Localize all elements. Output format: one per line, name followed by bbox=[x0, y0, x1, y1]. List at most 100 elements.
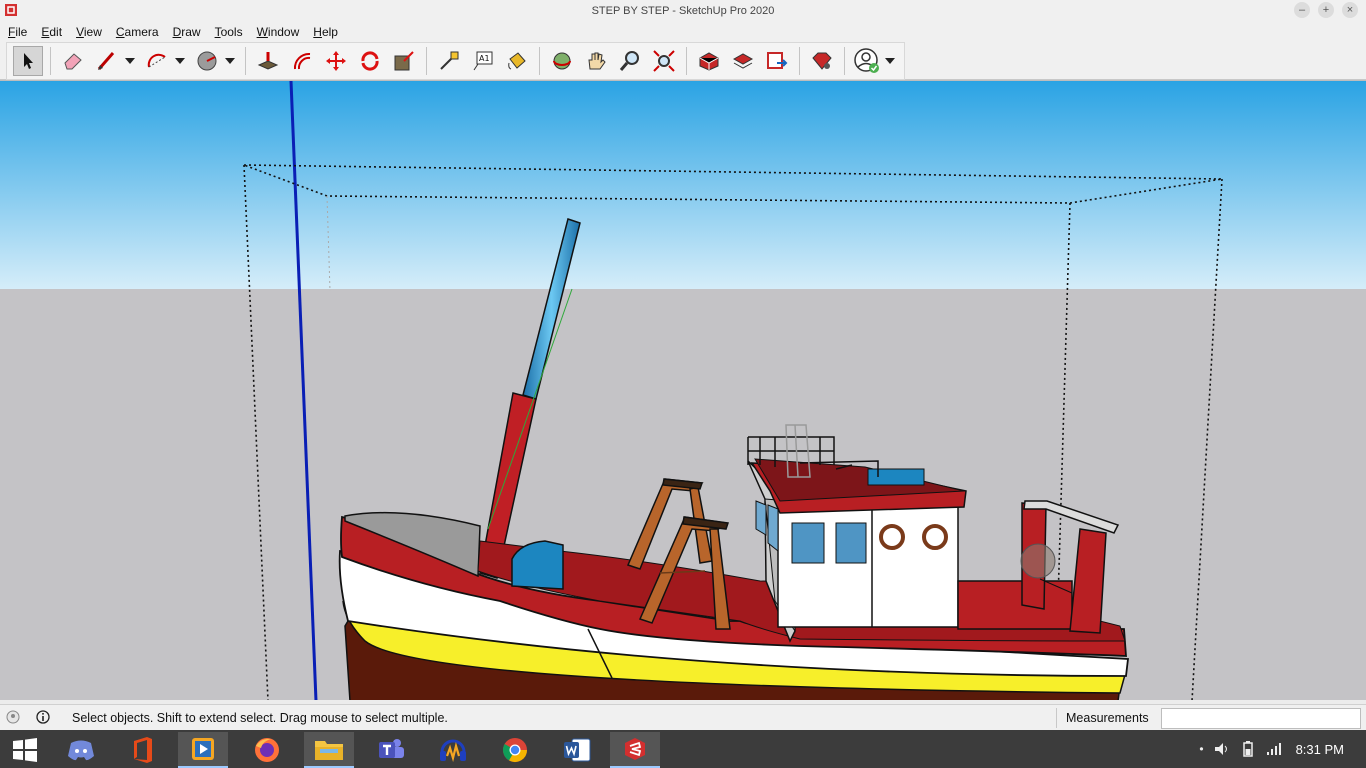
taskbar: • 8:31 PM bbox=[0, 730, 1366, 768]
scale-tool-button[interactable] bbox=[389, 46, 419, 76]
arc-dropdown-button[interactable] bbox=[174, 46, 186, 76]
pan-tool-button[interactable] bbox=[581, 46, 611, 76]
line-tool-icon bbox=[97, 52, 115, 70]
line-tool-button[interactable] bbox=[92, 46, 122, 76]
sketchup-app-icon bbox=[5, 4, 17, 16]
taskbar-firefox[interactable] bbox=[242, 732, 292, 768]
measurements-input[interactable] bbox=[1161, 708, 1361, 729]
menu-tools[interactable]: Tools bbox=[211, 25, 247, 39]
extension-manager-icon bbox=[812, 52, 832, 70]
account-dropdown-button[interactable] bbox=[884, 46, 896, 76]
zoom-tool-button[interactable] bbox=[615, 46, 645, 76]
toolbar-separator bbox=[50, 47, 51, 75]
caret-down-icon bbox=[175, 58, 185, 64]
taskbar-chrome[interactable] bbox=[490, 732, 540, 768]
orbit-tool-button[interactable] bbox=[547, 46, 577, 76]
menu-view[interactable]: View bbox=[72, 25, 106, 39]
caret-down-icon bbox=[125, 58, 135, 64]
menu-window[interactable]: Window bbox=[253, 25, 304, 39]
toolbar-separator bbox=[686, 47, 687, 75]
rotate-tool-icon bbox=[361, 51, 379, 71]
pan-tool-icon bbox=[588, 52, 606, 70]
office-icon bbox=[134, 737, 152, 763]
sky bbox=[0, 81, 1366, 289]
eraser-tool-button[interactable] bbox=[58, 46, 88, 76]
toolbar-separator bbox=[245, 47, 246, 75]
text-tool-button[interactable]: A1 bbox=[468, 46, 498, 76]
taskbar-word[interactable] bbox=[552, 732, 602, 768]
menu-bar: File Edit View Camera Draw Tools Window … bbox=[0, 22, 1366, 42]
arc-tool-icon bbox=[147, 53, 166, 68]
layout-send-button[interactable] bbox=[762, 46, 792, 76]
3d-warehouse-icon bbox=[699, 52, 719, 71]
extension-warehouse-button[interactable] bbox=[728, 46, 758, 76]
taskbar-teams[interactable] bbox=[366, 732, 416, 768]
select-tool-button[interactable] bbox=[13, 46, 43, 76]
rotate-tool-button[interactable] bbox=[355, 46, 385, 76]
menu-draw[interactable]: Draw bbox=[169, 25, 205, 39]
status-hint-text: Select objects. Shift to extend select. … bbox=[72, 711, 448, 725]
move-tool-button[interactable] bbox=[321, 46, 351, 76]
file-explorer-icon bbox=[315, 741, 343, 760]
toolbar-separator bbox=[799, 47, 800, 75]
menu-edit[interactable]: Edit bbox=[37, 25, 66, 39]
shapes-dropdown-button[interactable] bbox=[224, 46, 236, 76]
toolbar-separator bbox=[844, 47, 845, 75]
start-button[interactable] bbox=[0, 732, 50, 768]
network-signal-icon[interactable] bbox=[1266, 742, 1282, 756]
info-icon[interactable] bbox=[36, 710, 50, 724]
caret-down-icon bbox=[885, 58, 895, 64]
close-button[interactable]: × bbox=[1342, 2, 1358, 18]
audio-app-icon bbox=[440, 739, 466, 763]
teams-icon bbox=[379, 739, 404, 758]
select-tool-icon bbox=[24, 53, 33, 69]
paint-bucket-tool-button[interactable] bbox=[502, 46, 532, 76]
paint-bucket-tool-icon bbox=[508, 52, 526, 70]
show-hidden-icons[interactable]: • bbox=[1199, 742, 1203, 756]
extension-manager-button[interactable] bbox=[807, 46, 837, 76]
account-button[interactable] bbox=[852, 46, 882, 76]
word-icon bbox=[564, 738, 591, 762]
minimize-button[interactable]: – bbox=[1294, 2, 1310, 18]
window-title: STEP BY STEP - SketchUp Pro 2020 bbox=[591, 5, 775, 17]
zoom-extents-tool-button[interactable] bbox=[649, 46, 679, 76]
push-pull-tool-icon bbox=[257, 52, 279, 70]
menu-file[interactable]: File bbox=[4, 25, 31, 39]
system-tray: • 8:31 PM bbox=[1199, 730, 1366, 768]
taskbar-sketchup[interactable] bbox=[610, 732, 660, 768]
toolbar-separator bbox=[426, 47, 427, 75]
move-tool-icon bbox=[326, 51, 346, 71]
geolocation-icon[interactable] bbox=[6, 710, 20, 724]
windows-start-icon bbox=[13, 738, 37, 762]
scale-tool-icon bbox=[394, 51, 414, 71]
push-pull-tool-button[interactable] bbox=[253, 46, 283, 76]
3d-warehouse-button[interactable] bbox=[694, 46, 724, 76]
text-tool-icon: A1 bbox=[473, 51, 493, 71]
media-player-icon bbox=[192, 738, 214, 760]
tape-measure-tool-icon bbox=[440, 51, 459, 70]
svg-text:A1: A1 bbox=[479, 54, 490, 63]
caret-down-icon bbox=[225, 58, 235, 64]
battery-icon[interactable] bbox=[1240, 741, 1256, 757]
arc-tool-button[interactable] bbox=[142, 46, 172, 76]
extension-warehouse-icon bbox=[732, 53, 754, 69]
line-dropdown-button[interactable] bbox=[124, 46, 136, 76]
shapes-tool-button[interactable] bbox=[192, 46, 222, 76]
taskbar-file-explorer[interactable] bbox=[304, 732, 354, 768]
volume-icon[interactable] bbox=[1214, 742, 1230, 756]
toolbar-separator bbox=[539, 47, 540, 75]
sketchup-icon bbox=[625, 738, 645, 760]
maximize-button[interactable]: + bbox=[1318, 2, 1334, 18]
menu-help[interactable]: Help bbox=[309, 25, 342, 39]
taskbar-discord[interactable] bbox=[56, 732, 106, 768]
status-bar: Select objects. Shift to extend select. … bbox=[0, 704, 1366, 730]
taskbar-media-player[interactable] bbox=[178, 732, 228, 768]
taskbar-audio-app[interactable] bbox=[428, 732, 478, 768]
offset-tool-button[interactable] bbox=[287, 46, 317, 76]
menu-camera[interactable]: Camera bbox=[112, 25, 163, 39]
clock[interactable]: 8:31 PM bbox=[1296, 742, 1344, 757]
tape-measure-tool-button[interactable] bbox=[434, 46, 464, 76]
account-icon bbox=[854, 48, 879, 73]
taskbar-office[interactable] bbox=[118, 732, 168, 768]
model-viewport[interactable] bbox=[0, 80, 1366, 700]
